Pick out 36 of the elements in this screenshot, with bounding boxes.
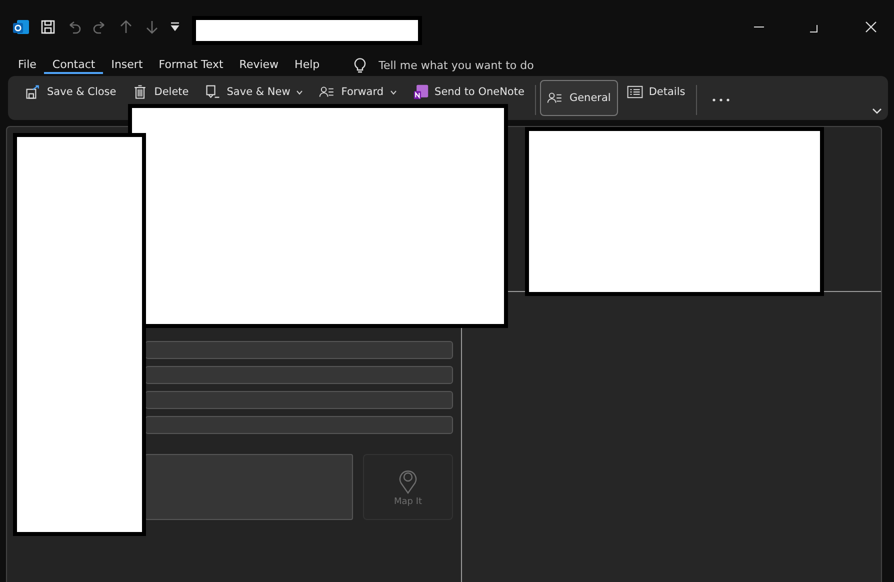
more-options-icon[interactable] <box>711 98 732 102</box>
input-field[interactable] <box>145 341 453 359</box>
chevron-down-icon[interactable] <box>872 108 882 114</box>
menu-tab[interactable]: Format Text <box>150 56 232 74</box>
contact-card-icon <box>547 90 564 106</box>
address-field[interactable] <box>145 454 353 520</box>
menu-tab[interactable]: Review <box>231 56 287 74</box>
customize-dropdown-icon[interactable] <box>170 22 180 32</box>
input-field[interactable] <box>145 391 453 409</box>
close-icon[interactable] <box>865 21 877 33</box>
ribbon-button[interactable]: Send to OneNote <box>406 80 532 104</box>
trash-icon <box>132 84 148 100</box>
ribbon-button[interactable]: Save & New <box>198 80 310 104</box>
chevron-down-icon <box>296 90 304 94</box>
menu-tab[interactable]: File <box>10 56 44 74</box>
ribbon-button[interactable]: Forward <box>312 80 404 104</box>
chevron-down-icon <box>390 90 397 94</box>
outlook-icon <box>12 18 30 36</box>
save-icon[interactable] <box>40 19 56 35</box>
map-pin-icon <box>398 468 418 494</box>
input-field[interactable] <box>145 366 453 384</box>
ribbon-button[interactable]: Save & Close <box>18 80 124 104</box>
contact-forward-icon <box>319 84 336 100</box>
tell-me-search[interactable]: Tell me what you want to do <box>378 58 534 72</box>
menu-tab[interactable]: Insert <box>103 56 151 74</box>
details-list-icon <box>626 84 643 100</box>
menu-tab[interactable]: Contact <box>44 56 104 74</box>
input-field[interactable] <box>145 416 453 434</box>
menu-tab[interactable]: Help <box>286 56 328 74</box>
save-new-icon <box>204 84 221 100</box>
ribbon-button[interactable]: General <box>540 80 618 116</box>
onenote-icon <box>412 84 429 100</box>
ribbon-button[interactable]: Delete <box>125 80 196 104</box>
save-close-icon <box>25 84 41 100</box>
ribbon-button[interactable]: Details <box>620 80 692 104</box>
lightbulb-icon <box>352 57 367 73</box>
